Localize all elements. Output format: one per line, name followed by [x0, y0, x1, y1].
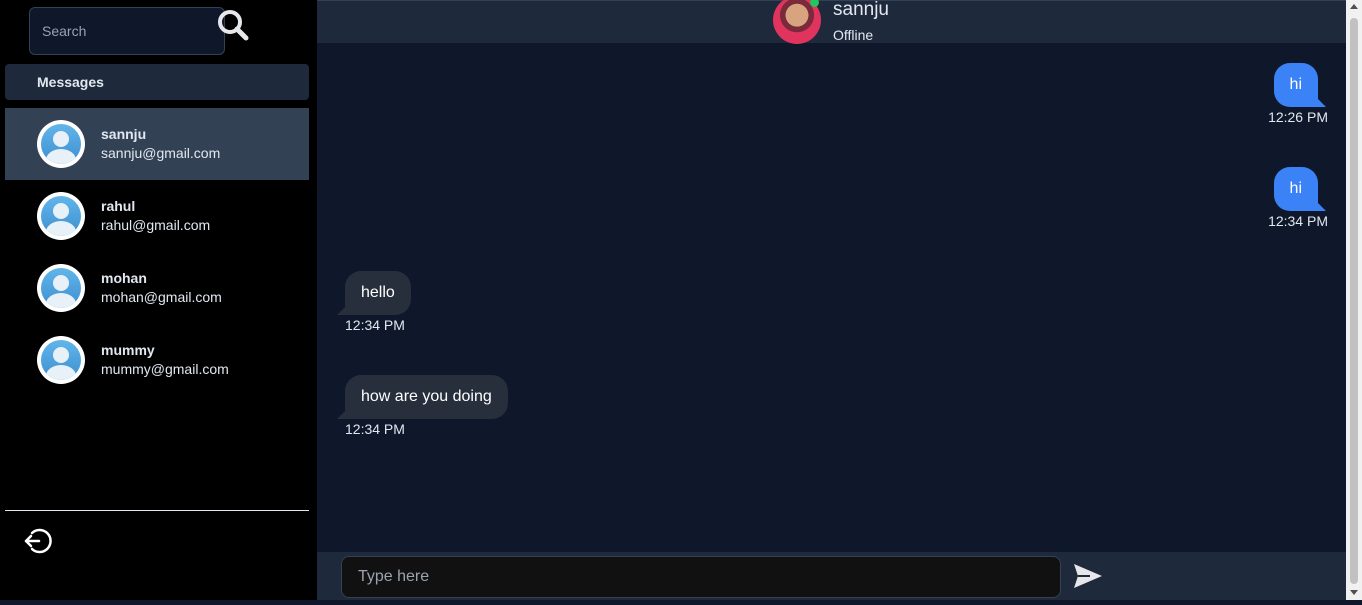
- message-input-bar: [317, 552, 1346, 600]
- sidebar: Messages sannju sannju@gmail.com rahul r…: [0, 0, 317, 600]
- contact-text: sannju sannju@gmail.com: [101, 125, 220, 163]
- message-time: 12:26 PM: [1268, 109, 1328, 125]
- avatar: [37, 120, 85, 168]
- message-bubble: hi: [1273, 63, 1327, 107]
- scrollbar[interactable]: [1346, 0, 1362, 600]
- messages-header: Messages: [5, 64, 309, 100]
- search-row: [29, 7, 225, 55]
- contact-email: rahul@gmail.com: [101, 217, 211, 233]
- chat-panel: sannju Offline hi 12:26 PM hi 12:34 PM h…: [317, 0, 1346, 600]
- contact-name: sannju: [101, 126, 147, 142]
- contact-item-sannju[interactable]: sannju sannju@gmail.com: [5, 108, 309, 180]
- contact-item-mummy[interactable]: mummy mummy@gmail.com: [5, 324, 309, 396]
- chat-header: sannju Offline: [317, 0, 1346, 44]
- message-bubble: hi: [1273, 167, 1327, 211]
- message-received: how are you doing 12:34 PM: [337, 375, 508, 437]
- chat-contact-name: sannju: [833, 0, 889, 20]
- contact-email: sannju@gmail.com: [101, 145, 221, 161]
- chat-app: Messages sannju sannju@gmail.com rahul r…: [0, 0, 1362, 605]
- status-dot: [810, 0, 819, 7]
- contact-text: rahul rahul@gmail.com: [101, 197, 210, 235]
- avatar: [37, 336, 85, 384]
- bottom-strip: [0, 600, 1362, 605]
- contact-name: mummy: [101, 342, 155, 358]
- avatar: [37, 264, 85, 312]
- contact-text: mummy mummy@gmail.com: [101, 341, 229, 379]
- message-sent: hi 12:26 PM: [1268, 63, 1328, 125]
- message-received: hello 12:34 PM: [337, 271, 411, 333]
- sidebar-divider: [5, 510, 309, 511]
- avatar: [37, 192, 85, 240]
- contact-text: mohan mohan@gmail.com: [101, 269, 222, 307]
- user-placeholder-icon: [41, 124, 81, 164]
- contact-email: mummy@gmail.com: [101, 361, 229, 377]
- contact-name: rahul: [101, 198, 136, 214]
- message-time: 12:34 PM: [345, 421, 405, 437]
- message-time: 12:34 PM: [345, 317, 405, 333]
- scroll-thumb[interactable]: [1350, 18, 1358, 584]
- search-input[interactable]: [29, 7, 225, 55]
- chat-contact-status: Offline: [833, 27, 874, 43]
- scroll-up-arrow-icon[interactable]: [1350, 4, 1358, 9]
- message-bubble: hello: [337, 271, 411, 315]
- user-placeholder-icon: [41, 196, 81, 236]
- contact-item-rahul[interactable]: rahul rahul@gmail.com: [5, 180, 309, 252]
- user-placeholder-icon: [41, 268, 81, 308]
- user-placeholder-icon: [41, 340, 81, 380]
- contact-name: mohan: [101, 270, 147, 286]
- message-time: 12:34 PM: [1268, 213, 1328, 229]
- message-sent: hi 12:34 PM: [1268, 167, 1328, 229]
- scroll-down-arrow-icon[interactable]: [1350, 590, 1358, 595]
- contact-item-mohan[interactable]: mohan mohan@gmail.com: [5, 252, 309, 324]
- logout-icon[interactable]: [22, 526, 52, 556]
- send-icon[interactable]: [1072, 560, 1104, 592]
- message-bubble: how are you doing: [337, 375, 508, 419]
- contact-email: mohan@gmail.com: [101, 289, 222, 305]
- search-icon[interactable]: [216, 8, 250, 42]
- message-input[interactable]: [341, 556, 1061, 598]
